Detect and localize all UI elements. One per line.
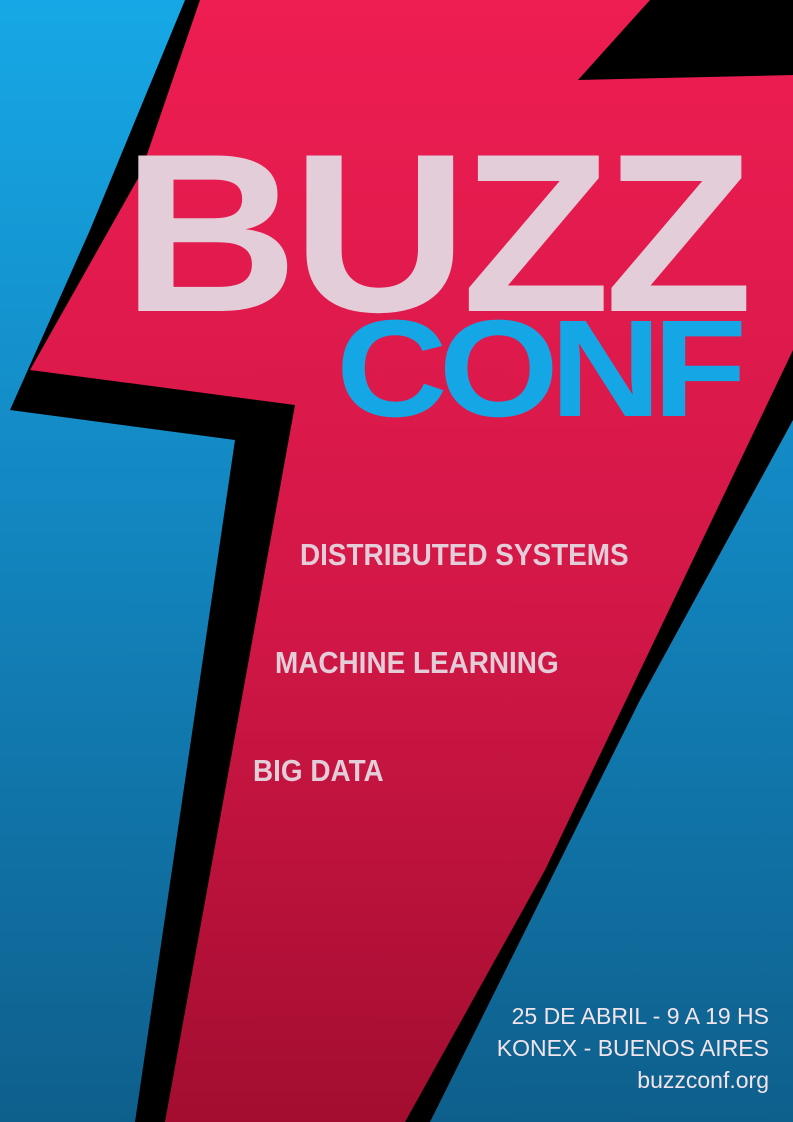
event-info: 25 DE ABRIL - 9 A 19 HS KONEX - BUENOS A… <box>497 1000 769 1096</box>
topic-big-data: BIG DATA <box>253 753 384 788</box>
event-date-time: 25 DE ABRIL - 9 A 19 HS <box>511 1003 769 1029</box>
topic-distributed-systems: DISTRIBUTED SYSTEMS <box>300 537 629 572</box>
event-website-link[interactable]: buzzconf.org <box>497 1064 769 1096</box>
event-venue: KONEX - BUENOS AIRES <box>496 1035 769 1061</box>
topic-machine-learning: MACHINE LEARNING <box>275 645 559 680</box>
event-name-conf: CONF <box>336 292 747 446</box>
poster: BUZZ CONF DISTRIBUTED SYSTEMS MACHINE LE… <box>0 0 793 1122</box>
